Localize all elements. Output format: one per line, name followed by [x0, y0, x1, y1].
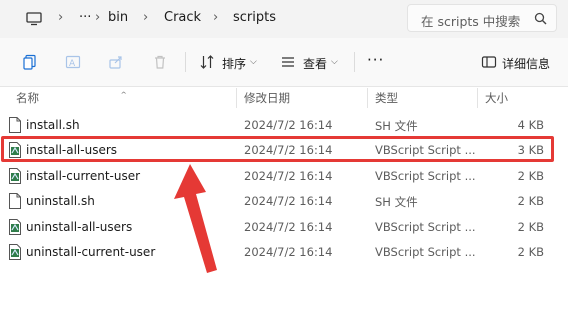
- column-header-date[interactable]: 修改日期: [244, 90, 290, 106]
- file-type: VBScript Script ...: [375, 245, 476, 259]
- search-input[interactable]: 在 scripts 中搜索: [407, 4, 557, 32]
- chevron-down-icon: ⌵: [331, 57, 338, 67]
- sort-icon[interactable]: [199, 54, 215, 74]
- more-options-button[interactable]: ···: [367, 51, 384, 69]
- details-pane-icon[interactable]: [481, 54, 497, 74]
- column-header-type[interactable]: 类型: [375, 90, 398, 106]
- this-pc-icon[interactable]: [26, 11, 42, 30]
- delete-icon[interactable]: [152, 54, 168, 74]
- file-size: 3 KB: [517, 143, 544, 157]
- file-name: install-all-users: [26, 143, 118, 157]
- file-row[interactable]: install-all-users 2024/7/2 16:14 VBScrip…: [0, 138, 568, 163]
- file-name: uninstall.sh: [26, 194, 95, 208]
- file-date: 2024/7/2 16:14: [244, 169, 333, 183]
- column-header-name[interactable]: 名称: [16, 90, 39, 106]
- file-date: 2024/7/2 16:14: [244, 220, 333, 234]
- file-row[interactable]: install-current-user 2024/7/2 16:14 VBSc…: [0, 164, 568, 189]
- column-divider[interactable]: [367, 88, 368, 108]
- chevron-down-icon: ⌵: [250, 57, 257, 67]
- text-file-icon: [8, 193, 22, 213]
- file-size: 2 KB: [517, 194, 544, 208]
- file-date: 2024/7/2 16:14: [244, 143, 333, 157]
- sort-button[interactable]: 排序: [222, 55, 246, 72]
- command-bar: A 排序 ⌵ 查看 ⌵ ··· 详细信息: [0, 38, 568, 87]
- vbscript-file-icon: [8, 219, 22, 239]
- chevron-right-icon: ›: [213, 10, 219, 25]
- vbscript-file-icon: [8, 142, 22, 162]
- chevron-right-icon: ›: [95, 10, 101, 25]
- sort-ascending-icon: ‸: [121, 83, 127, 94]
- breadcrumb-bin[interactable]: bin: [108, 10, 128, 25]
- file-type: VBScript Script ...: [375, 220, 476, 234]
- details-button[interactable]: 详细信息: [502, 55, 550, 72]
- file-row[interactable]: uninstall-current-user 2024/7/2 16:14 VB…: [0, 240, 568, 265]
- file-name: uninstall-current-user: [26, 245, 156, 259]
- file-name: uninstall-all-users: [26, 220, 133, 234]
- view-icon[interactable]: [280, 54, 296, 74]
- column-divider[interactable]: [236, 88, 237, 108]
- breadcrumb-overflow[interactable]: ···: [79, 10, 91, 25]
- vbscript-file-icon: [8, 244, 22, 264]
- file-row[interactable]: install.sh 2024/7/2 16:14 SH 文件 4 KB: [0, 113, 568, 138]
- column-divider[interactable]: [477, 88, 478, 108]
- search-icon: [534, 12, 547, 25]
- column-header-row: ‸ 名称 修改日期 类型 大小: [0, 83, 568, 108]
- file-date: 2024/7/2 16:14: [244, 118, 333, 132]
- file-type: VBScript Script ...: [375, 169, 476, 183]
- file-size: 2 KB: [517, 245, 544, 259]
- file-name: install-current-user: [26, 169, 141, 183]
- file-row[interactable]: uninstall-all-users 2024/7/2 16:14 VBScr…: [0, 215, 568, 240]
- file-size: 4 KB: [517, 118, 544, 132]
- column-header-size[interactable]: 大小: [485, 90, 508, 106]
- chevron-right-icon: ›: [143, 10, 149, 25]
- share-icon[interactable]: [108, 54, 124, 74]
- file-type: SH 文件: [375, 195, 418, 209]
- search-placeholder: 在 scripts 中搜索: [421, 14, 521, 29]
- vbscript-file-icon: [8, 168, 22, 188]
- toolbar-divider: [354, 52, 355, 72]
- toolbar-divider: [185, 52, 186, 72]
- address-bar: › ··· › bin › Crack › scripts 在 scripts …: [0, 0, 568, 38]
- copy-icon[interactable]: [22, 54, 38, 74]
- rename-icon[interactable]: A: [65, 54, 81, 74]
- file-type: SH 文件: [375, 119, 418, 133]
- text-file-icon: [8, 117, 22, 137]
- file-date: 2024/7/2 16:14: [244, 245, 333, 259]
- svg-text:A: A: [69, 59, 76, 69]
- chevron-right-icon: ›: [58, 10, 64, 25]
- view-button[interactable]: 查看: [303, 55, 327, 72]
- file-size: 2 KB: [517, 220, 544, 234]
- file-row[interactable]: uninstall.sh 2024/7/2 16:14 SH 文件 2 KB: [0, 189, 568, 214]
- file-date: 2024/7/2 16:14: [244, 194, 333, 208]
- file-size: 2 KB: [517, 169, 544, 183]
- breadcrumb-scripts[interactable]: scripts: [233, 10, 276, 25]
- breadcrumb-crack[interactable]: Crack: [164, 10, 201, 25]
- file-type: VBScript Script ...: [375, 143, 476, 157]
- file-name: install.sh: [26, 118, 80, 132]
